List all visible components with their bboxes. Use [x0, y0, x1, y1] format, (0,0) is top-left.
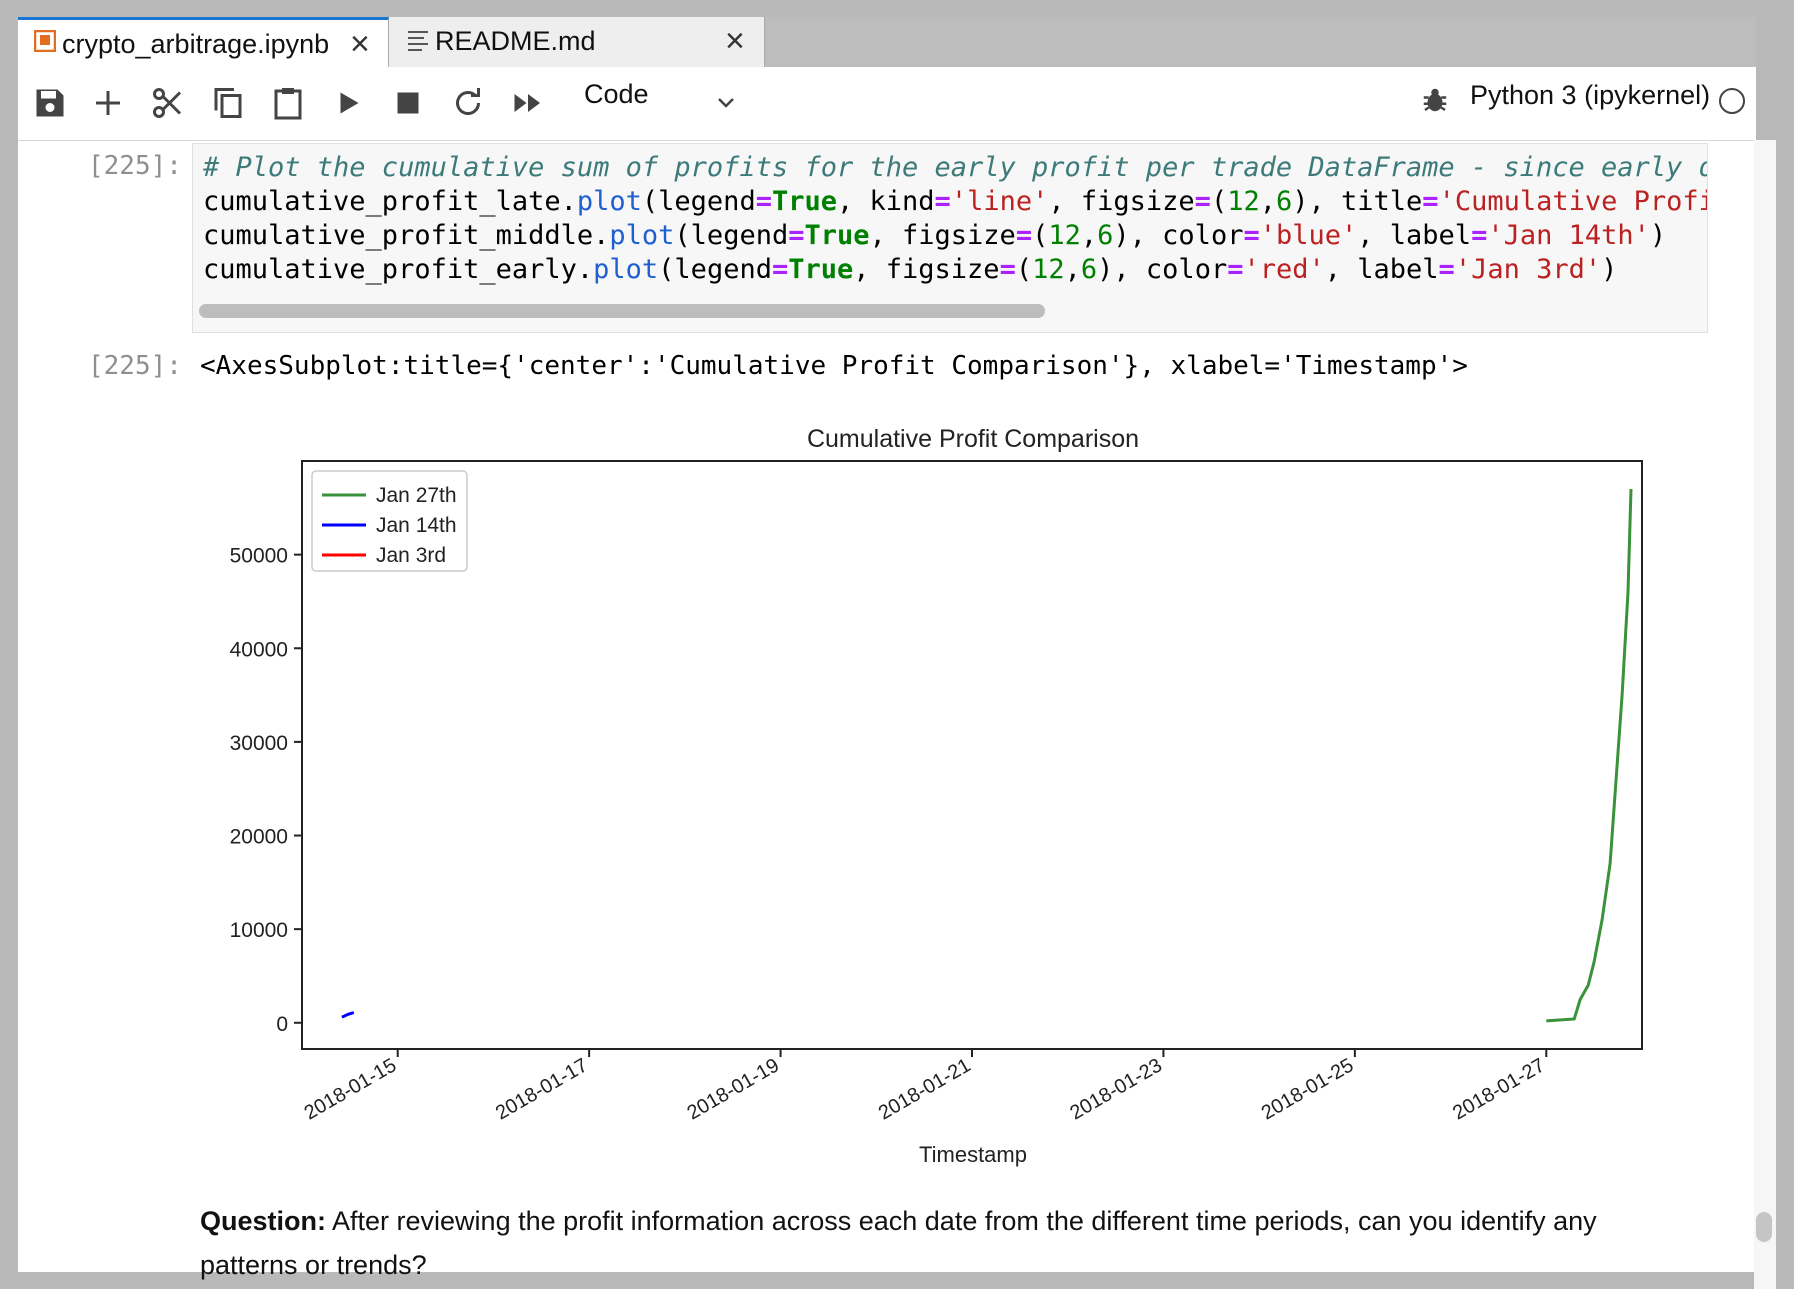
cell-type-select[interactable]: Code — [584, 79, 649, 110]
fast-forward-icon[interactable] — [510, 85, 546, 121]
y-tick-label: 10000 — [230, 919, 288, 942]
chart-title: Cumulative Profit Comparison — [807, 425, 1139, 453]
x-tick-label: 2018-01-17 — [492, 1054, 592, 1124]
horizontal-scrollbar[interactable] — [199, 304, 1045, 318]
code-line-3: cumulative_profit_middle.plot(legend=Tru… — [203, 220, 1667, 251]
legend-label: Jan 14th — [376, 514, 457, 537]
code-line-4: cumulative_profit_early.plot(legend=True… — [203, 254, 1618, 285]
x-tick-label: 2018-01-23 — [1066, 1054, 1166, 1124]
tab-crypto-arbitrage[interactable]: crypto_arbitrage.ipynb × — [18, 17, 389, 67]
y-tick-label: 30000 — [230, 732, 288, 755]
jupyter-window: crypto_arbitrage.ipynb × README.md × Cod… — [18, 17, 1776, 1289]
bug-icon[interactable] — [1420, 85, 1450, 115]
tab-label: README.md — [435, 26, 596, 56]
cumulative-profit-chart: Cumulative Profit Comparison 0 10000 20000… — [230, 425, 1643, 1167]
code-cell[interactable]: # Plot the cumulative sum of profits for… — [192, 143, 1708, 333]
close-icon[interactable]: × — [725, 22, 745, 61]
x-tick-label: 2018-01-19 — [683, 1054, 783, 1124]
x-tick-label: 2018-01-25 — [1258, 1054, 1358, 1124]
notebook-icon — [34, 30, 56, 52]
legend-label: Jan 3rd — [376, 544, 446, 567]
legend-label: Jan 27th — [376, 484, 457, 507]
plot-area — [301, 460, 1643, 1050]
chart-legend: Jan 27th Jan 14th Jan 3rd — [311, 470, 468, 572]
cut-icon[interactable] — [150, 85, 186, 121]
y-tick-label: 0 — [276, 1013, 288, 1036]
x-tick-label: 2018-01-15 — [301, 1054, 401, 1124]
question-text: After reviewing the profit information a… — [200, 1206, 1597, 1280]
question-label: Question: — [200, 1206, 326, 1236]
kernel-status-icon — [1719, 88, 1745, 114]
y-tick-label: 50000 — [230, 545, 288, 568]
output-prompt: [225]: — [88, 351, 182, 381]
tab-readme[interactable]: README.md × — [389, 17, 765, 67]
x-axis: 2018-01-15 2018-01-17 2018-01-19 2018-01-21… — [301, 1049, 1549, 1124]
save-icon[interactable] — [32, 85, 68, 121]
stop-icon[interactable] — [390, 85, 426, 121]
tab-label: crypto_arbitrage.ipynb — [62, 29, 330, 59]
paste-icon[interactable] — [270, 85, 306, 121]
notebook-toolbar: Code Python 3 (ipykernel) — [18, 67, 1756, 141]
x-axis-label: Timestamp — [919, 1142, 1027, 1167]
x-tick-label: 2018-01-27 — [1449, 1054, 1549, 1124]
add-cell-icon[interactable] — [90, 85, 126, 121]
markdown-cell[interactable]: Question: After reviewing the profit inf… — [200, 1199, 1600, 1287]
y-axis: 0 10000 20000 30000 40000 50000 — [230, 545, 302, 1036]
y-tick-label: 20000 — [230, 826, 288, 849]
code-line-2: cumulative_profit_late.plot(legend=True,… — [203, 186, 1707, 217]
input-prompt: [225]: — [88, 151, 182, 181]
vertical-scrollbar[interactable] — [1756, 1212, 1772, 1242]
restart-icon[interactable] — [450, 85, 486, 121]
copy-icon[interactable] — [210, 85, 246, 121]
vertical-scroll-track — [1754, 140, 1776, 1289]
y-tick-label: 40000 — [230, 638, 288, 661]
kernel-name[interactable]: Python 3 (ipykernel) — [1470, 80, 1710, 111]
x-tick-label: 2018-01-21 — [875, 1054, 975, 1124]
code-line-1: # Plot the cumulative sum of profits for… — [203, 152, 1708, 183]
chevron-down-icon[interactable] — [714, 91, 738, 115]
output-repr: <AxesSubplot:title={'center':'Cumulative… — [200, 351, 1468, 381]
text-file-icon — [408, 31, 428, 51]
tab-bar: crypto_arbitrage.ipynb × README.md × — [18, 17, 1756, 67]
run-icon[interactable] — [330, 85, 366, 121]
close-icon[interactable]: × — [350, 25, 370, 64]
